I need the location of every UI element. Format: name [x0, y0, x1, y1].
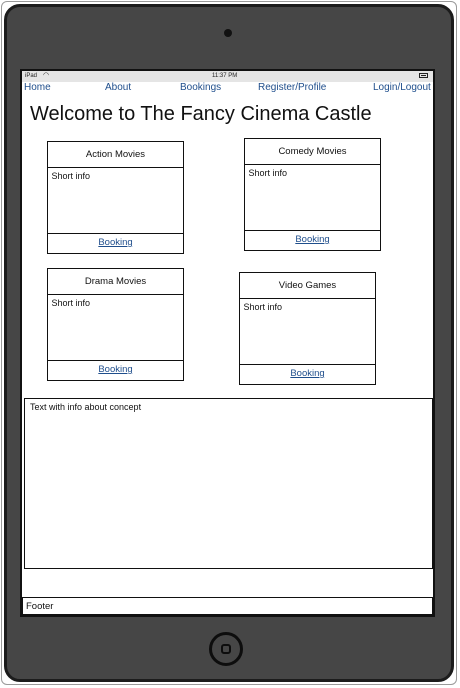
nav-home-link[interactable]: Home	[24, 82, 51, 93]
booking-link[interactable]: Booking	[48, 237, 183, 248]
card-info-text: Short info	[243, 302, 283, 312]
card-info-box: Short info	[243, 164, 381, 231]
booking-link[interactable]: Booking	[48, 364, 183, 375]
nav-about-link[interactable]: About	[105, 82, 131, 93]
footer: Footer	[22, 597, 433, 615]
nav-register-profile-link[interactable]: Register/Profile	[258, 82, 326, 93]
card-info-text: Short info	[248, 168, 288, 178]
status-device-label: iPad	[25, 73, 38, 79]
card-action-movies: Action Movies Short info Booking	[46, 141, 184, 254]
home-button-icon[interactable]	[209, 632, 243, 666]
status-time: 11:37 PM	[212, 73, 238, 79]
card-video-games: Video Games Short info Booking	[238, 272, 376, 385]
concept-text: Text with info about concept	[30, 402, 142, 412]
booking-link[interactable]: Booking	[245, 234, 380, 245]
camera-icon	[224, 29, 232, 37]
card-drama-movies: Drama Movies Short info Booking	[46, 268, 184, 381]
card-info-text: Short info	[51, 298, 91, 308]
page-title: Welcome to The Fancy Cinema Castle	[30, 103, 372, 125]
card-info-text: Short info	[51, 171, 91, 181]
battery-icon	[419, 73, 428, 78]
wifi-icon: ◠	[43, 72, 50, 79]
nav-bookings-link[interactable]: Bookings	[180, 82, 221, 93]
nav-login-logout-link[interactable]: Login/Logout	[373, 82, 431, 93]
card-info-box: Short info	[46, 167, 184, 234]
tablet-screen: iPad ◠ 11:37 PM Home About Bookings Regi…	[20, 69, 435, 617]
home-button-square	[221, 644, 231, 654]
card-title: Drama Movies	[84, 276, 147, 287]
status-bar: iPad ◠ 11:37 PM	[22, 71, 433, 82]
card-title: Comedy Movies	[278, 146, 347, 157]
card-info-box: Short info	[238, 298, 376, 365]
card-comedy-movies: Comedy Movies Short info Booking	[243, 138, 381, 251]
card-info-box: Short info	[46, 294, 184, 361]
booking-link[interactable]: Booking	[240, 368, 375, 379]
concept-info-box: Text with info about concept	[24, 398, 433, 569]
footer-text: Footer	[26, 601, 54, 612]
card-title: Video Games	[278, 280, 337, 291]
card-title: Action Movies	[85, 149, 146, 160]
